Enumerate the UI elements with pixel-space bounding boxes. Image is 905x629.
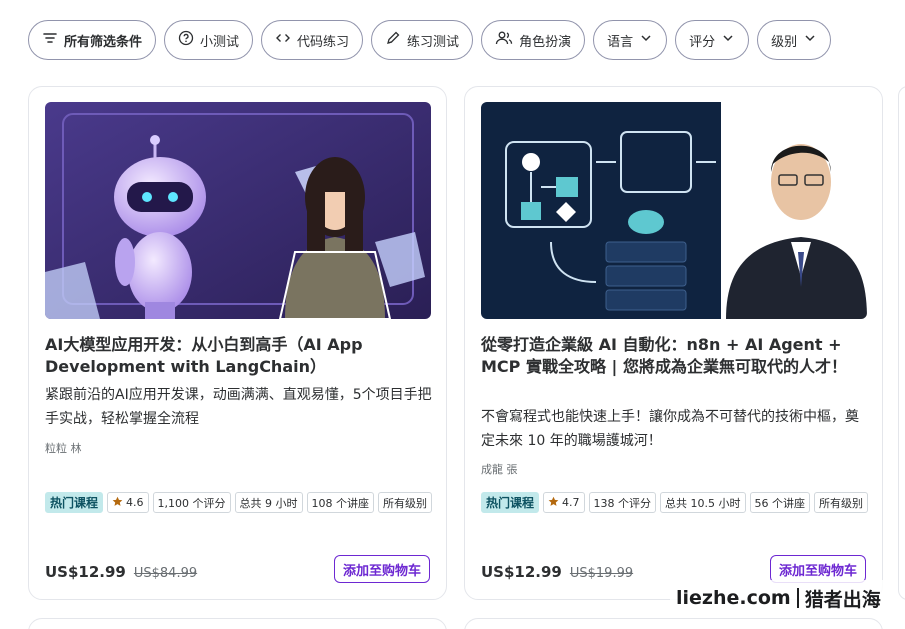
coding-exercise-filter-button[interactable]: 代码练习 xyxy=(261,20,364,60)
code-icon xyxy=(275,30,291,50)
course-author: 成龍 張 xyxy=(481,463,518,476)
watermark: liezhe.com 猎者出海 xyxy=(670,580,887,616)
next-row-card[interactable] xyxy=(28,618,447,629)
star-icon xyxy=(548,496,559,510)
chevron-down-icon xyxy=(721,31,735,49)
course-description: 不會寫程式也能快速上手！讓你成為不可替代的技術中樞，奠定未來 10 年的職場護城… xyxy=(481,409,859,449)
quiz-filter-button[interactable]: 小测试 xyxy=(164,20,254,60)
watermark-name: 猎者出海 xyxy=(804,588,881,611)
chevron-down-icon xyxy=(639,31,653,49)
rating-badge: 4.7 xyxy=(543,492,585,513)
original-price: US$19.99 xyxy=(569,566,634,581)
question-circle-icon xyxy=(178,30,194,50)
current-price: US$12.99 xyxy=(481,563,562,581)
course-description: 紧跟前沿的AI应用开发课，动画满满、直观易懂，5个项目手把手实战，轻松掌握全流程 xyxy=(45,387,432,427)
level-filter-dropdown[interactable]: 级别 xyxy=(757,20,832,60)
hours-badge: 总共 10.5 小时 xyxy=(660,492,746,513)
chevron-down-icon xyxy=(803,31,817,49)
original-price: US$84.99 xyxy=(133,566,198,581)
price-row: US$12.99 US$19.99 xyxy=(481,563,633,581)
level-badge: 所有级别 xyxy=(814,492,869,513)
lectures-badge: 56 个讲座 xyxy=(749,492,811,513)
course-thumbnail[interactable] xyxy=(45,102,431,319)
course-title[interactable]: 從零打造企業級 AI 自動化：n8n + AI Agent + MCP 實戰全攻… xyxy=(481,334,871,378)
price-row: US$12.99 US$84.99 xyxy=(45,563,197,581)
language-filter-label: 语言 xyxy=(607,34,634,50)
next-row-card[interactable] xyxy=(464,618,883,629)
all-filters-label: 所有筛选条件 xyxy=(64,34,143,50)
practice-test-filter-button[interactable]: 练习测试 xyxy=(371,20,474,60)
course-meta: 热门课程 4.7 138 个评分 总共 10.5 小时 56 个讲座 所有级别 xyxy=(481,492,871,513)
coding-exercise-filter-label: 代码练习 xyxy=(297,34,350,50)
course-card[interactable]: 從零打造企業級 AI 自動化：n8n + AI Agent + MCP 實戰全攻… xyxy=(464,86,883,600)
all-filters-button[interactable]: 所有筛选条件 xyxy=(28,20,157,60)
quiz-filter-label: 小测试 xyxy=(200,34,240,50)
add-to-cart-button[interactable]: 添加至购物车 xyxy=(769,555,866,583)
star-icon xyxy=(112,496,123,510)
role-play-filter-button[interactable]: 角色扮演 xyxy=(481,20,586,60)
watermark-divider xyxy=(796,588,799,608)
language-filter-dropdown[interactable]: 语言 xyxy=(593,20,668,60)
lectures-badge: 108 个讲座 xyxy=(306,492,375,513)
add-to-cart-button[interactable]: 添加至购物车 xyxy=(333,555,430,583)
practice-test-filter-label: 练习测试 xyxy=(407,34,460,50)
level-filter-label: 级别 xyxy=(771,34,798,50)
hours-badge: 总共 9 小时 xyxy=(234,492,303,513)
rating-filter-dropdown[interactable]: 评分 xyxy=(675,20,750,60)
rating-value: 4.7 xyxy=(562,496,580,509)
rating-filter-label: 评分 xyxy=(689,34,716,50)
course-thumbnail[interactable] xyxy=(481,102,867,319)
course-meta: 热门课程 4.6 1,100 个评分 总共 9 小时 108 个讲座 所有级别 xyxy=(45,492,435,513)
role-play-filter-label: 角色扮演 xyxy=(519,34,572,50)
ratings-count-badge: 1,100 个评分 xyxy=(152,492,231,513)
course-card[interactable]: AI大模型应用开发：从小白到高手（AI App Development with… xyxy=(28,86,447,600)
filter-icon xyxy=(42,30,58,50)
users-icon xyxy=(495,30,513,50)
current-price: US$12.99 xyxy=(45,563,126,581)
bestseller-badge: 热门课程 xyxy=(481,492,540,513)
ratings-count-badge: 138 个评分 xyxy=(588,492,657,513)
bestseller-badge: 热门课程 xyxy=(45,492,104,513)
watermark-site: liezhe.com xyxy=(676,587,791,609)
rating-badge: 4.6 xyxy=(107,492,149,513)
filter-bar: 所有筛选条件 小测试 代码练习 练习测试 角色扮演 语言 评分 级别 xyxy=(28,20,832,62)
next-course-card[interactable] xyxy=(898,86,905,600)
rating-value: 4.6 xyxy=(126,496,144,509)
course-title[interactable]: AI大模型应用开发：从小白到高手（AI App Development with… xyxy=(45,334,435,378)
level-badge: 所有级别 xyxy=(378,492,433,513)
pencil-icon xyxy=(385,30,401,50)
course-author: 粒粒 林 xyxy=(45,442,82,455)
